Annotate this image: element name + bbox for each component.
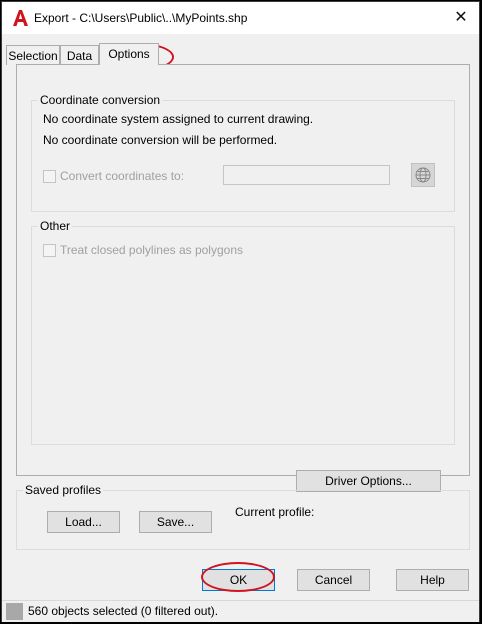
close-button[interactable]: ✕ [451,8,471,28]
other-label: Other [38,219,73,233]
tab-selection[interactable]: Selection [6,45,60,65]
ok-button[interactable]: OK [202,569,275,591]
title-bar[interactable]: Export - C:\Users\Public\..\MyPoints.shp… [2,2,479,34]
coordinate-conversion-label: Coordinate conversion [38,93,163,107]
selection-status-icon [6,603,23,620]
saved-profiles-label: Saved profiles [23,483,104,497]
cancel-button[interactable]: Cancel [297,569,370,591]
convert-coordinates-label: Convert coordinates to: [60,169,185,183]
globe-icon [415,167,431,183]
target-coordinate-system-field[interactable] [223,165,390,185]
current-profile-label: Current profile: [235,505,315,519]
load-profile-button[interactable]: Load... [47,511,120,533]
tab-options[interactable]: Options [99,43,159,65]
dialog-client: Selection Data Options Coordinate conver… [2,34,479,622]
status-bar: 560 objects selected (0 filtered out). [2,600,479,622]
autocad-a-icon [11,9,29,27]
tab-data[interactable]: Data [60,45,99,65]
options-tab-panel: Coordinate conversion No coordinate syst… [16,64,470,492]
no-conversion-text: No coordinate conversion will be perform… [43,133,278,147]
save-profile-button[interactable]: Save... [139,511,212,533]
selection-status-text: 560 objects selected (0 filtered out). [28,604,219,618]
window-title: Export - C:\Users\Public\..\MyPoints.shp [34,11,248,25]
driver-options-button[interactable]: Driver Options... [296,470,441,492]
no-coordinate-system-text: No coordinate system assigned to current… [43,112,314,126]
export-dialog: Export - C:\Users\Public\..\MyPoints.shp… [1,1,480,622]
convert-coordinates-checkbox[interactable] [43,170,56,183]
other-group: Other Treat closed polylines as polygons [31,219,455,445]
coordinate-conversion-group: Coordinate conversion No coordinate syst… [31,93,455,212]
treat-polylines-checkbox[interactable] [43,244,56,257]
coordinate-system-picker-button[interactable] [411,163,435,187]
help-button[interactable]: Help [396,569,469,591]
treat-polylines-label: Treat closed polylines as polygons [60,243,243,257]
saved-profiles-group: Saved profiles Load... Save... Current p… [16,483,470,550]
